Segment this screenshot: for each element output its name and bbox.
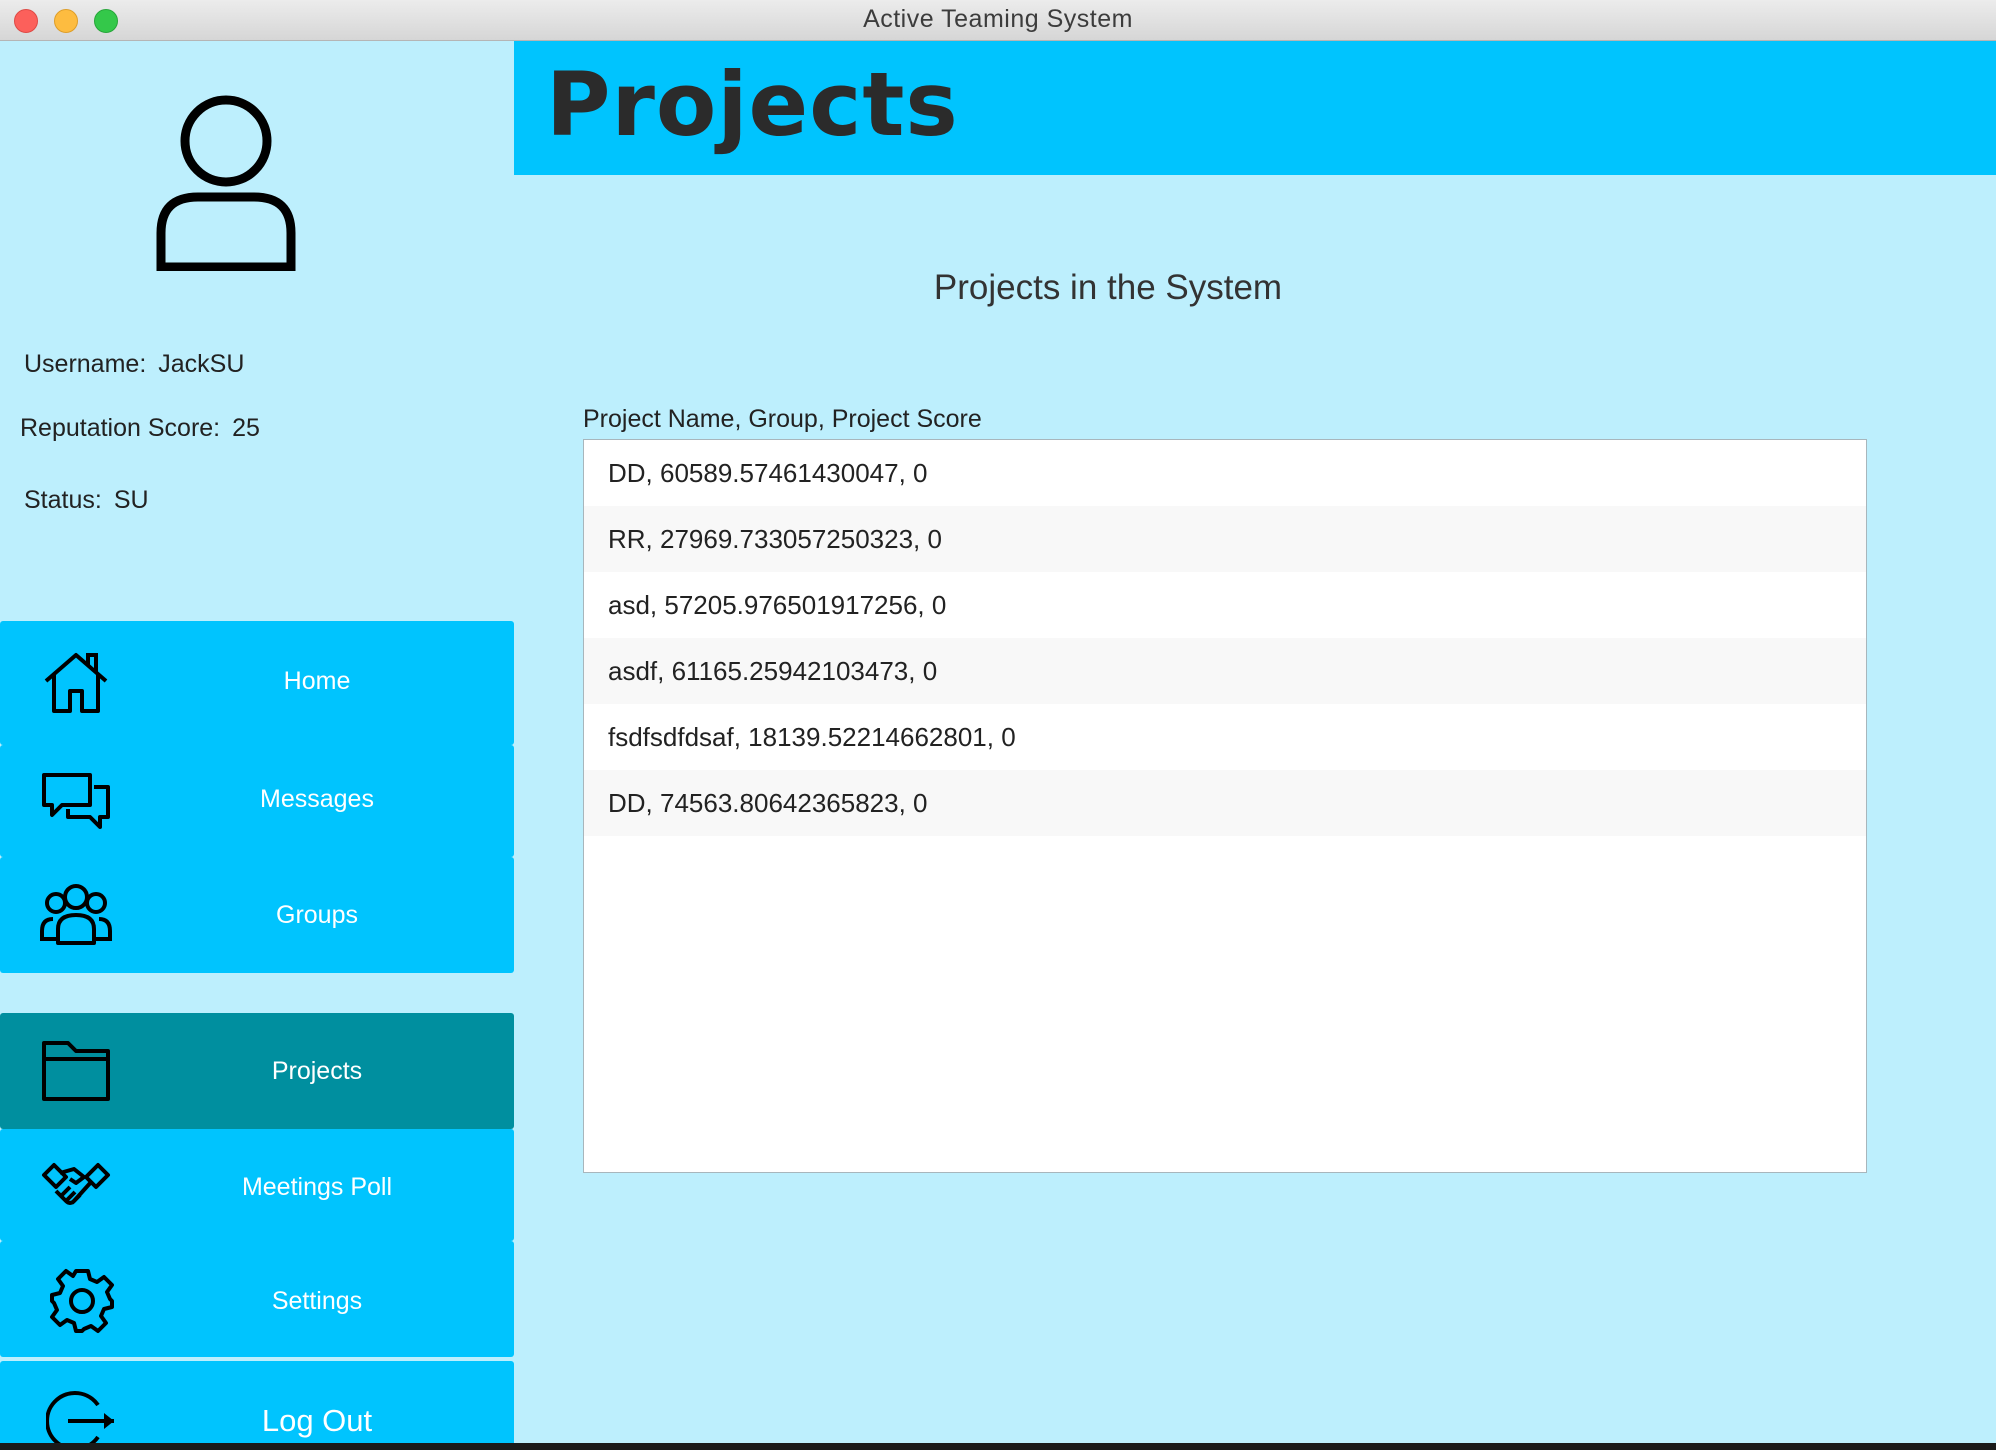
title-bar: Active Teaming System: [0, 0, 1996, 41]
gear-icon: [50, 1269, 114, 1333]
chat-bubbles-icon: [42, 773, 110, 829]
reputation-label: Reputation Score:: [20, 414, 221, 442]
list-item[interactable]: asd, 57205.976501917256, 0: [584, 572, 1866, 638]
list-item[interactable]: asdf, 61165.25942103473, 0: [584, 638, 1866, 704]
projects-list-label: Project Name, Group, Project Score: [583, 405, 982, 433]
list-item[interactable]: DD, 60589.57461430047, 0: [584, 440, 1866, 506]
list-item[interactable]: DD, 74563.80642365823, 0: [584, 770, 1866, 836]
page-title: Projects: [546, 53, 959, 156]
window-title: Active Teaming System: [863, 5, 1133, 33]
users-icon: [40, 884, 112, 945]
status-label: Status:: [24, 486, 102, 514]
nav-label-messages: Messages: [260, 785, 374, 813]
user-avatar-icon: [156, 95, 296, 271]
nav-item-settings[interactable]: Settings: [0, 1241, 514, 1357]
projects-list[interactable]: DD, 60589.57461430047, 0 RR, 27969.73305…: [583, 439, 1867, 1173]
nav-item-log-out[interactable]: Log Out: [0, 1361, 514, 1443]
section-subtitle: Projects in the System: [933, 268, 1283, 307]
folder-icon: [42, 1041, 110, 1101]
nav-item-groups[interactable]: Groups: [0, 857, 514, 973]
nav-item-home[interactable]: Home: [0, 621, 514, 745]
nav-label-meetings-poll: Meetings Poll: [241, 1173, 393, 1201]
logout-icon: [46, 1391, 114, 1443]
list-item[interactable]: RR, 27969.733057250323, 0: [584, 506, 1866, 572]
reputation-value: 25: [232, 414, 260, 442]
list-item[interactable]: fsdfsdfdsaf, 18139.52214662801, 0: [584, 704, 1866, 770]
home-icon: [44, 653, 108, 713]
handshake-icon: [42, 1163, 110, 1205]
username-label: Username:: [24, 350, 147, 378]
nav-label-home: Home: [283, 667, 351, 695]
app-window: Active Teaming System Username: JackSU Re…: [0, 0, 1996, 1443]
screen-bottom-edge: [0, 1443, 1996, 1450]
nav-item-messages[interactable]: Messages: [0, 745, 514, 857]
username-row: Username: JackSU: [24, 350, 244, 379]
username-value: JackSU: [158, 350, 245, 378]
nav-item-projects[interactable]: Projects: [0, 1013, 514, 1129]
nav-label-groups: Groups: [276, 901, 358, 929]
nav-label-settings: Settings: [271, 1287, 363, 1315]
nav-label-log-out: Log Out: [261, 1403, 373, 1438]
reputation-row: Reputation Score: 25: [20, 414, 260, 443]
nav-item-meetings-poll[interactable]: Meetings Poll: [0, 1129, 514, 1241]
page-header: Projects: [514, 41, 1996, 175]
status-value: SU: [113, 486, 149, 514]
status-row: Status: SU: [24, 486, 149, 515]
sidebar: Username: JackSU Reputation Score: 25 Stat…: [0, 41, 514, 1443]
nav-label-projects: Projects: [271, 1057, 363, 1085]
